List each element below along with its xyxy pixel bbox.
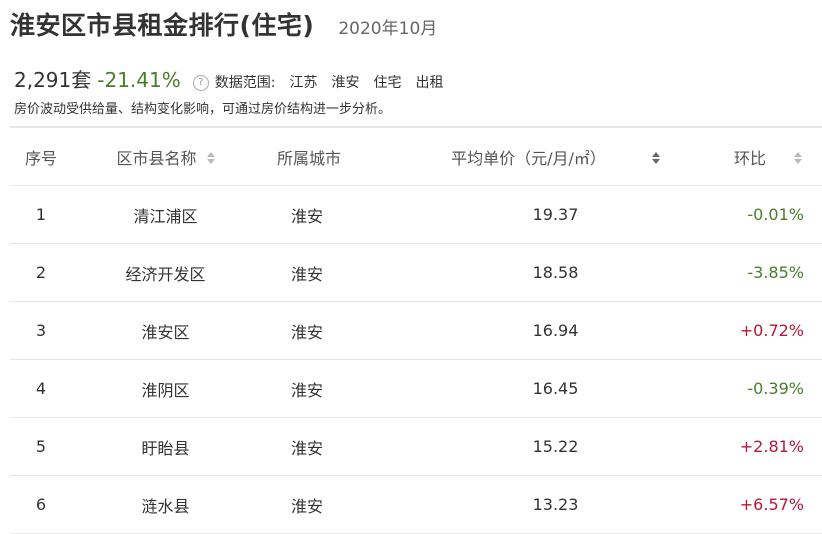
header-index: 序号: [10, 128, 72, 186]
row-change: +6.57%: [739, 495, 804, 514]
scope-type: 住宅: [373, 75, 402, 91]
header-price[interactable]: 平均单价（元/月/㎡）: [378, 128, 733, 186]
row-change-cell: +6.57%: [733, 475, 822, 534]
row-name: 盱眙县: [72, 417, 259, 476]
title-row: 淮安区市县租金排行(住宅) 2020年10月: [10, 6, 437, 46]
overall-change: -21.41%: [97, 68, 181, 92]
header-city: 所属城市: [259, 128, 378, 186]
header-name[interactable]: 区市县名称: [72, 128, 259, 186]
note-text: 房价波动受供给量、结构变化影响，可通过房价结构进一步分析。: [14, 102, 392, 117]
header-price-label: 平均单价（元/月/㎡）: [451, 148, 606, 168]
row-city: 淮安: [259, 417, 378, 476]
row-change: +2.81%: [739, 437, 804, 456]
scope-label: 数据范围:: [214, 75, 276, 91]
sort-icon[interactable]: [651, 152, 660, 164]
row-index: 6: [10, 475, 72, 534]
row-change-cell: -3.85%: [733, 243, 822, 302]
row-price: 16.45: [378, 359, 733, 418]
table-row: 3 淮安区 淮安 16.94 +0.72%: [10, 301, 822, 360]
row-index: 2: [10, 243, 72, 302]
row-city: 淮安: [259, 359, 378, 418]
table-row: 4 淮阴区 淮安 16.45 -0.39%: [10, 359, 822, 418]
row-city: 淮安: [259, 243, 378, 302]
sort-icon[interactable]: [206, 152, 215, 164]
row-change-cell: +0.72%: [733, 301, 822, 360]
row-price: 15.22: [378, 417, 733, 476]
row-name: 淮安区: [72, 301, 259, 360]
scope-province: 江苏: [289, 75, 318, 91]
row-name: 经济开发区: [72, 243, 259, 302]
ranking-table: 序号 区市县名称 所属城市 平均单价（元/月/㎡） 环比 1 清江浦区 淮安 1…: [10, 128, 822, 534]
row-name: 淮阴区: [72, 359, 259, 418]
header-index-label: 序号: [24, 148, 57, 168]
row-city: 淮安: [259, 475, 378, 534]
sort-icon[interactable]: [794, 152, 803, 164]
row-city: 淮安: [259, 185, 378, 244]
scope-city: 淮安: [331, 75, 360, 91]
header-name-label: 区市县名称: [116, 148, 197, 168]
table-row: 2 经济开发区 淮安 18.58 -3.85%: [10, 243, 822, 302]
row-change-cell: +2.81%: [733, 417, 822, 476]
header-change-label: 环比: [734, 148, 767, 168]
header-city-label: 所属城市: [277, 148, 342, 168]
summary-row: 2,291套 -21.41% ? 数据范围: 江苏 淮安 住宅 出租: [14, 64, 443, 93]
row-index: 4: [10, 359, 72, 418]
row-change-cell: -0.01%: [733, 185, 822, 244]
header-change[interactable]: 环比: [733, 128, 822, 186]
table-header-row: 序号 区市县名称 所属城市 平均单价（元/月/㎡） 环比: [10, 128, 822, 186]
page-title: 淮安区市县租金排行(住宅): [10, 11, 315, 40]
question-circle-icon[interactable]: ?: [192, 75, 209, 91]
table-row: 1 清江浦区 淮安 19.37 -0.01%: [10, 185, 822, 244]
row-price: 16.94: [378, 301, 733, 360]
row-price: 18.58: [378, 243, 733, 302]
row-price: 19.37: [378, 185, 733, 244]
row-change: -0.39%: [747, 379, 804, 398]
row-change-cell: -0.39%: [733, 359, 822, 418]
table-row: 6 涟水县 淮安 13.23 +6.57%: [10, 475, 822, 534]
row-index: 3: [10, 301, 72, 360]
row-index: 5: [10, 417, 72, 476]
row-city: 淮安: [259, 301, 378, 360]
scope-mode: 出租: [415, 75, 444, 91]
row-change: -0.01%: [747, 205, 804, 224]
row-price: 13.23: [378, 475, 733, 534]
row-change: -3.85%: [747, 263, 804, 282]
table-row: 5 盱眙县 淮安 15.22 +2.81%: [10, 417, 822, 476]
row-name: 清江浦区: [72, 185, 259, 244]
row-name: 涟水县: [72, 475, 259, 534]
row-change: +0.72%: [739, 321, 804, 340]
row-index: 1: [10, 185, 72, 244]
period-label: 2020年10月: [338, 19, 438, 39]
listing-count: 2,291套: [14, 68, 92, 92]
